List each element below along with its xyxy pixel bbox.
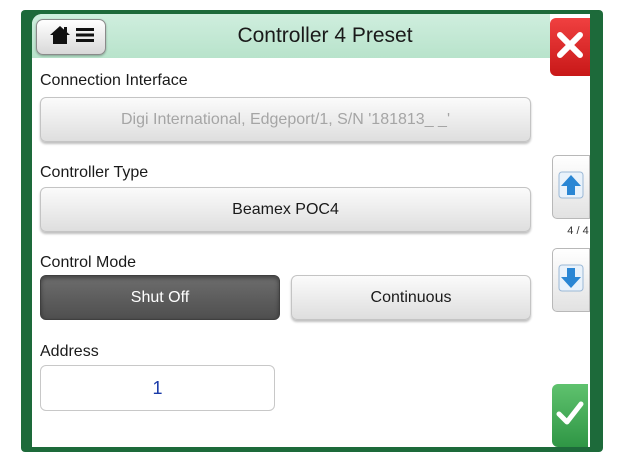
arrow-down-icon (557, 263, 585, 298)
page-indicator: 4 / 4 (567, 225, 589, 237)
close-button[interactable] (550, 18, 590, 76)
connection-interface-value: Digi International, Edgeport/1, S/N '181… (121, 111, 450, 128)
menu-icon (75, 27, 94, 48)
accept-button[interactable] (552, 384, 588, 447)
checkmark-icon (556, 400, 584, 431)
close-icon (556, 31, 584, 64)
connection-interface-button[interactable]: Digi International, Edgeport/1, S/N '181… (40, 97, 531, 142)
page-up-button[interactable] (552, 155, 590, 219)
controller-type-label: Controller Type (40, 164, 149, 181)
shut-off-button[interactable]: Shut Off (40, 275, 280, 320)
control-mode-label: Control Mode (40, 254, 137, 271)
page-title: Controller 4 Preset (237, 24, 413, 47)
home-icon (49, 25, 71, 50)
controller-type-value: Beamex POC4 (232, 201, 339, 218)
connection-interface-label: Connection Interface (40, 72, 188, 89)
arrow-up-icon (557, 170, 585, 205)
continuous-label: Continuous (370, 289, 452, 306)
address-label: Address (40, 343, 99, 360)
shut-off-label: Shut Off (130, 289, 190, 306)
address-field[interactable]: 1 (40, 365, 275, 411)
page-down-button[interactable] (552, 248, 590, 312)
home-menu-button[interactable] (36, 19, 106, 55)
controller-type-button[interactable]: Beamex POC4 (40, 187, 531, 232)
continuous-button[interactable]: Continuous (291, 275, 531, 320)
